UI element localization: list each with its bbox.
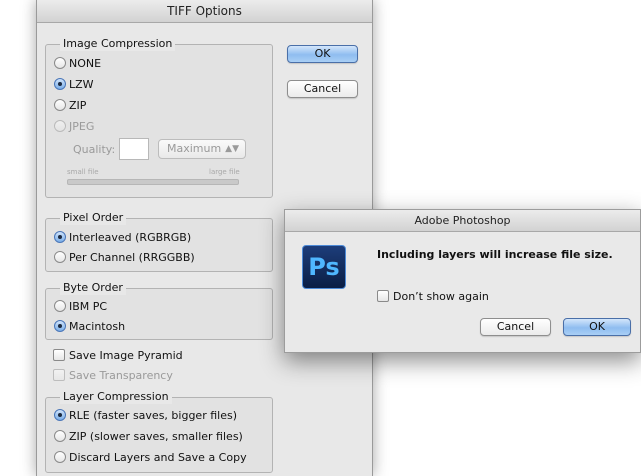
pixel-order-per-channel-option[interactable]: Per Channel (RRGGBB): [54, 248, 195, 266]
option-label: Macintosh: [69, 319, 126, 333]
image-compression-group: Image Compression NONE LZW ZIP JPEG Qual…: [45, 37, 273, 198]
layer-compression-group: Layer Compression RLE (faster saves, big…: [45, 390, 273, 473]
select-arrows-icon: ▲▼: [225, 144, 239, 154]
option-label: Interleaved (RGBRGB): [69, 230, 192, 244]
option-label: LZW: [69, 77, 94, 91]
layer-compression-zip-option[interactable]: ZIP (slower saves, smaller files): [54, 427, 243, 445]
byte-order-legend: Byte Order: [60, 281, 126, 295]
byte-order-macintosh-option[interactable]: Macintosh: [54, 317, 125, 335]
option-label: Discard Layers and Save a Copy: [69, 450, 247, 464]
option-label: ZIP (slower saves, smaller files): [69, 429, 243, 443]
radio-button[interactable]: [54, 99, 66, 111]
radio-button[interactable]: [54, 451, 66, 463]
checkbox-label: Don’t show again: [393, 289, 489, 303]
checkbox-label: Save Image Pyramid: [69, 348, 183, 362]
checkbox[interactable]: [377, 290, 389, 302]
large-file-label: large file: [209, 168, 240, 176]
option-label: Per Channel (RRGGBB): [69, 250, 195, 264]
option-label: IBM PC: [69, 299, 108, 313]
compression-zip-option[interactable]: ZIP: [54, 96, 86, 114]
byte-order-group: Byte Order IBM PC Macintosh: [45, 281, 273, 340]
small-file-label: small file: [67, 168, 99, 176]
radio-button-selected[interactable]: [54, 320, 66, 332]
radio-button[interactable]: [54, 300, 66, 312]
compression-none-option[interactable]: NONE: [54, 54, 101, 72]
dialog-title: TIFF Options: [37, 0, 372, 23]
compression-jpeg-option: JPEG: [54, 117, 94, 135]
checkbox[interactable]: [53, 349, 65, 361]
pixel-order-group: Pixel Order Interleaved (RGBRGB) Per Cha…: [45, 211, 273, 272]
checkbox-label: Save Transparency: [69, 368, 173, 382]
checkbox-disabled: [53, 369, 65, 381]
cancel-button[interactable]: Cancel: [287, 80, 358, 98]
layer-compression-rle-option[interactable]: RLE (faster saves, bigger files): [54, 406, 237, 424]
compression-lzw-option[interactable]: LZW: [54, 75, 94, 93]
photoshop-alert-dialog: Adobe Photoshop Ps Including layers will…: [284, 209, 641, 353]
alert-ok-button[interactable]: OK: [563, 318, 631, 336]
quality-slider: [67, 179, 239, 185]
quality-label: Quality:: [73, 143, 116, 156]
alert-message: Including layers will increase file size…: [377, 248, 613, 261]
radio-button-selected[interactable]: [54, 231, 66, 243]
save-transparency-checkbox: Save Transparency: [53, 366, 173, 384]
radio-button-selected[interactable]: [54, 409, 66, 421]
radio-button[interactable]: [54, 251, 66, 263]
alert-title: Adobe Photoshop: [285, 210, 640, 232]
quality-select-value: Maximum: [167, 142, 222, 155]
radio-button-disabled: [54, 120, 66, 132]
pixel-order-interleaved-option[interactable]: Interleaved (RGBRGB): [54, 228, 191, 246]
quality-input: [119, 138, 149, 160]
layer-compression-discard-option[interactable]: Discard Layers and Save a Copy: [54, 448, 247, 466]
byte-order-ibm-pc-option[interactable]: IBM PC: [54, 297, 107, 315]
option-label: JPEG: [69, 119, 95, 133]
quality-select: Maximum ▲▼: [158, 139, 246, 159]
option-label: RLE (faster saves, bigger files): [69, 408, 237, 422]
radio-button[interactable]: [54, 57, 66, 69]
layer-compression-legend: Layer Compression: [60, 390, 172, 404]
pixel-order-legend: Pixel Order: [60, 211, 127, 225]
radio-button-selected[interactable]: [54, 78, 66, 90]
ok-button[interactable]: OK: [287, 45, 358, 63]
dont-show-again-checkbox[interactable]: Don’t show again: [377, 287, 489, 305]
photoshop-icon: Ps: [302, 245, 346, 289]
image-compression-legend: Image Compression: [60, 37, 176, 51]
alert-cancel-button[interactable]: Cancel: [480, 318, 551, 336]
option-label: ZIP: [69, 98, 87, 112]
radio-button[interactable]: [54, 430, 66, 442]
save-image-pyramid-checkbox[interactable]: Save Image Pyramid: [53, 346, 183, 364]
option-label: NONE: [69, 56, 102, 70]
